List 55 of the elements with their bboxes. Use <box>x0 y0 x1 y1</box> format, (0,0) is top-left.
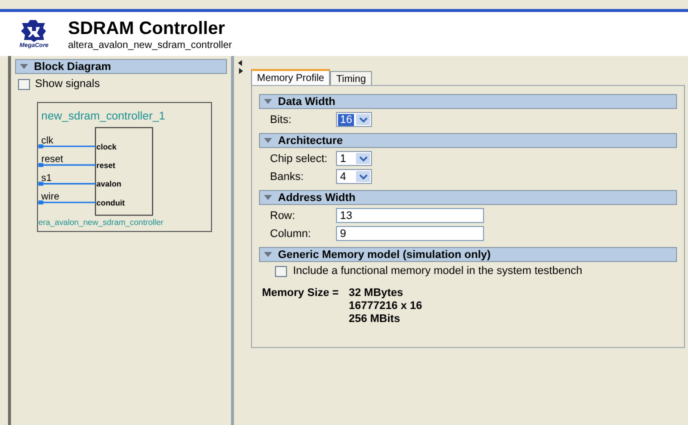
dropdown[interactable]: 1 <box>336 151 372 166</box>
memory-size-label: Memory Size = <box>262 287 339 301</box>
section-title: Block Diagram <box>34 60 112 72</box>
memory-size-value: 256 MBits <box>348 313 402 325</box>
expanded-triangle-icon[interactable] <box>20 64 28 70</box>
field-label: Column: <box>270 228 312 240</box>
expanded-triangle-icon[interactable] <box>264 98 272 104</box>
signal-label: wire <box>41 192 60 202</box>
checkbox-label: Include a functional memory model in the system testbench <box>293 265 582 277</box>
port-connection <box>38 163 96 167</box>
expanded-triangle-icon[interactable] <box>264 138 272 144</box>
signal-label: s1 <box>41 172 52 184</box>
page-subtitle: altera_avalon_new_sdram_controller <box>68 40 232 50</box>
tab[interactable]: Timing <box>330 71 372 85</box>
port-label: conduit <box>96 198 125 208</box>
checkbox[interactable] <box>18 78 30 90</box>
page-title: SDRAM Controller <box>68 18 226 38</box>
field-label: Chip select: <box>270 152 328 164</box>
chevron-down-icon <box>358 174 368 180</box>
field-label: Row: <box>270 210 296 222</box>
port-connection <box>38 182 96 186</box>
checkbox-label: Show signals <box>35 78 100 90</box>
port-label: avalon <box>96 180 122 189</box>
section-header[interactable]: Architecture <box>259 133 677 148</box>
section-header[interactable]: Generic Memory model (simulation only) <box>259 247 677 262</box>
chevron-down-icon <box>358 116 368 122</box>
section-title: Address Width <box>278 192 356 204</box>
memory-size-value: 16777216 x 16 <box>348 300 422 312</box>
expanded-triangle-icon[interactable] <box>264 252 272 258</box>
section-title: Generic Memory model (simulation only) <box>278 248 491 260</box>
port-connection <box>38 144 96 148</box>
section-header[interactable]: Data Width <box>259 94 677 109</box>
port-connection <box>38 200 96 204</box>
checkbox[interactable] <box>275 266 287 276</box>
tab[interactable]: Memory Profile <box>251 69 330 85</box>
section-title: Data Width <box>278 96 336 108</box>
input-field[interactable]: 13 <box>336 208 484 223</box>
input-field[interactable]: 9 <box>336 226 484 241</box>
memory-size-value: 32 MBytes <box>348 287 404 299</box>
field-label: Banks: <box>270 170 305 182</box>
dropdown[interactable]: 4 <box>336 169 372 184</box>
section-header[interactable]: Block Diagram <box>15 59 227 74</box>
expanded-triangle-icon[interactable] <box>264 194 272 200</box>
chevron-down-icon <box>358 156 368 162</box>
port-label: clock <box>96 142 117 152</box>
port-label: reset <box>96 160 116 170</box>
splitter-arrows-icon[interactable] <box>238 60 242 74</box>
instance-name: new_sdram_controller_1 <box>41 110 166 123</box>
signal-label: reset <box>41 154 64 166</box>
section-header[interactable]: Address Width <box>259 190 677 205</box>
field-label: Bits: <box>270 114 292 126</box>
logo-icon <box>19 19 49 43</box>
dropdown[interactable]: 16 <box>336 112 372 127</box>
section-title: Architecture <box>278 134 343 146</box>
signal-label: clk <box>41 135 54 146</box>
